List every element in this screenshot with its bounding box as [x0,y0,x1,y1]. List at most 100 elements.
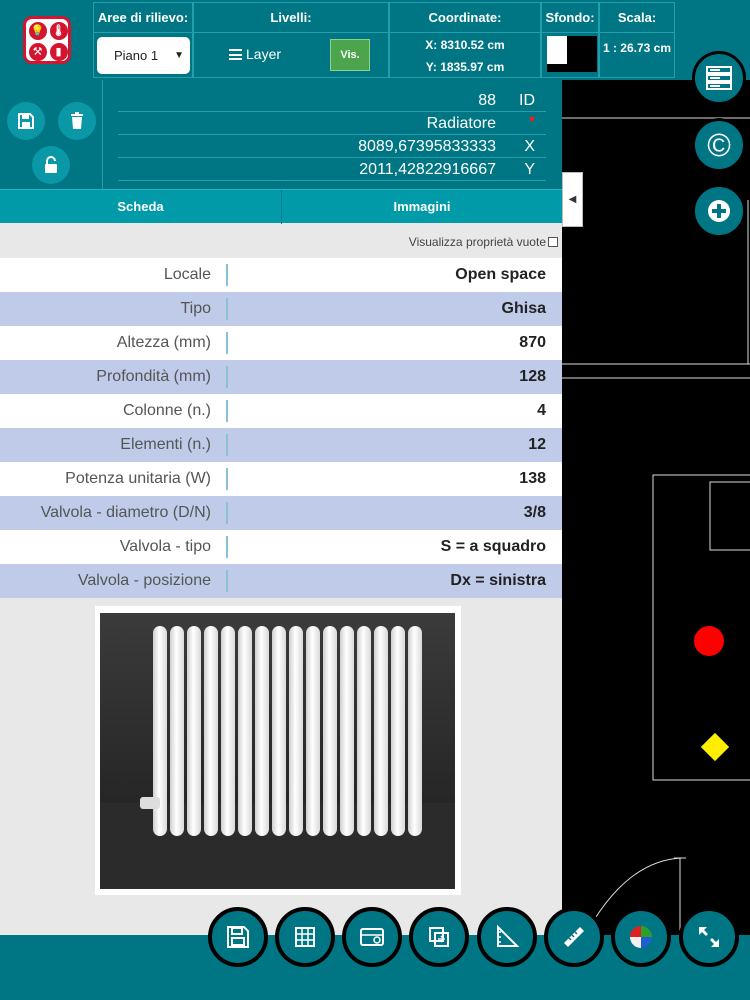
scale-header: Scala: [600,3,674,33]
layers-icon [229,48,242,60]
chevron-down-icon: ▼ [174,50,184,61]
property-separator [226,570,228,592]
property-separator [226,502,228,524]
visibility-button[interactable]: Vis. [330,39,370,71]
property-label: Altezza (mm) [116,334,211,351]
property-label: Valvola - tipo [119,538,211,555]
panel-tabs: Scheda Immagini [0,189,562,224]
radiator-fin [187,626,201,836]
property-value[interactable]: Open space [455,258,546,292]
property-label: Valvola - diametro (D/N) [40,504,211,521]
radiator-fin [323,626,337,836]
detail-y-key: Y [524,161,535,178]
coord-x: X: 8310.52 cm [425,38,505,52]
radiator-fin [306,626,320,836]
grid-icon [295,927,315,947]
radiator-fin [289,626,303,836]
property-value[interactable]: 138 [519,462,546,496]
radiator-photo[interactable] [95,606,461,895]
top-toolbar: 💡 🌡 ⚒ ▮ Aree di rilievo: Piano 1 ▼ Livel… [0,0,750,80]
coordinates-header: Coordinate: [390,3,540,33]
areas-column: Aree di rilievo: Piano 1 ▼ [93,2,193,78]
property-value[interactable]: 870 [519,326,546,360]
property-separator [226,332,228,354]
coord-y: Y: 1835.97 cm [425,60,505,74]
color-picker-button[interactable] [611,907,671,967]
show-empty-label: Visualizza proprietà vuote [408,235,546,249]
property-row: Valvola - tipo S = a squadro [0,530,562,564]
radiator-fin [221,626,235,836]
radiator-fin [204,626,218,836]
layer-button[interactable]: Layer [229,46,281,62]
background-color-swatch[interactable] [547,36,597,72]
panel-header: 88 ID Radiatore ▾ 8089,67395833333 X 201… [0,80,562,189]
save-drawing-button[interactable] [208,907,268,967]
levels-header: Livelli: [194,3,388,33]
grid-button[interactable] [275,907,335,967]
unlock-object-button[interactable] [32,146,70,184]
delete-object-button[interactable] [58,102,96,140]
radiator-marker-circle[interactable] [694,626,724,656]
fullscreen-button[interactable] [679,907,739,967]
trash-icon [71,112,83,129]
property-row: Locale Open space [0,258,562,292]
ruler-button[interactable] [544,907,604,967]
radiator-fin [272,626,286,836]
scale-column: Scala: 1 : 26.73 cm [599,2,675,78]
detail-x-value: 8089,67395833333 [358,138,496,155]
area-select[interactable]: Piano 1 ▼ [97,37,190,74]
property-value[interactable]: Dx = sinistra [450,564,546,598]
detail-y-row: 2011,42822916667 Y [118,159,546,181]
property-separator [226,400,228,422]
properties-panel: 88 ID Radiatore ▾ 8089,67395833333 X 201… [0,80,562,935]
angle-tool-button[interactable] [477,907,537,967]
measure-icon [360,928,384,946]
area-select-value: Piano 1 [114,48,159,63]
property-label: Profondità (mm) [96,368,211,385]
triangle-ruler-icon [497,924,520,947]
property-value[interactable]: Ghisa [502,292,546,326]
property-separator [226,264,228,286]
property-separator [226,366,228,388]
property-value[interactable]: 128 [519,360,546,394]
detail-id-row: 88 ID [118,90,546,112]
valve-illustration [140,797,160,809]
property-value[interactable]: 4 [537,394,546,428]
detail-id-key: ID [519,92,535,109]
add-button[interactable] [692,184,746,238]
save-object-button[interactable] [7,102,45,140]
server-stack-icon [706,66,732,90]
areas-header: Aree di rilievo: [94,3,192,33]
tab-immagini[interactable]: Immagini [282,190,562,224]
show-empty-checkbox[interactable] [548,237,558,247]
background-column: Sfondo: [541,2,599,78]
copyright-button[interactable]: © [692,118,746,172]
show-empty-properties[interactable]: Visualizza proprietà vuote [409,235,558,249]
property-value[interactable]: S = a squadro [441,530,546,564]
ruler-icon [564,927,584,947]
radiator-fin [374,626,388,836]
property-row: Valvola - posizione Dx = sinistra [0,564,562,598]
layers-menu-button[interactable] [692,51,746,105]
property-separator [226,298,228,320]
radiator-fin [408,626,422,836]
property-label: Locale [163,266,211,283]
radiator-fin [238,626,252,836]
property-row: Profondità (mm) 128 [0,360,562,394]
chevron-left-icon: ◀ [568,194,577,205]
detail-x-key: X [524,138,535,155]
properties-table: Locale Open space Tipo Ghisa Altezza (mm) 870… [0,258,562,598]
property-label: Tipo [180,300,211,317]
property-value[interactable]: 3/8 [524,496,546,530]
property-value[interactable]: 12 [528,428,546,462]
property-label: Elementi (n.) [120,436,211,453]
measure-button[interactable] [342,907,402,967]
levels-column: Livelli: Layer Vis. [193,2,389,78]
panel-actions [0,80,103,189]
collapse-panel-handle[interactable]: ◀ [562,172,583,227]
radiator-fin [255,626,269,836]
copy-button[interactable] [409,907,469,967]
app-logo[interactable]: 💡 🌡 ⚒ ▮ [22,16,71,64]
tab-scheda[interactable]: Scheda [0,190,281,224]
property-row: Valvola - diametro (D/N) 3/8 [0,496,562,530]
